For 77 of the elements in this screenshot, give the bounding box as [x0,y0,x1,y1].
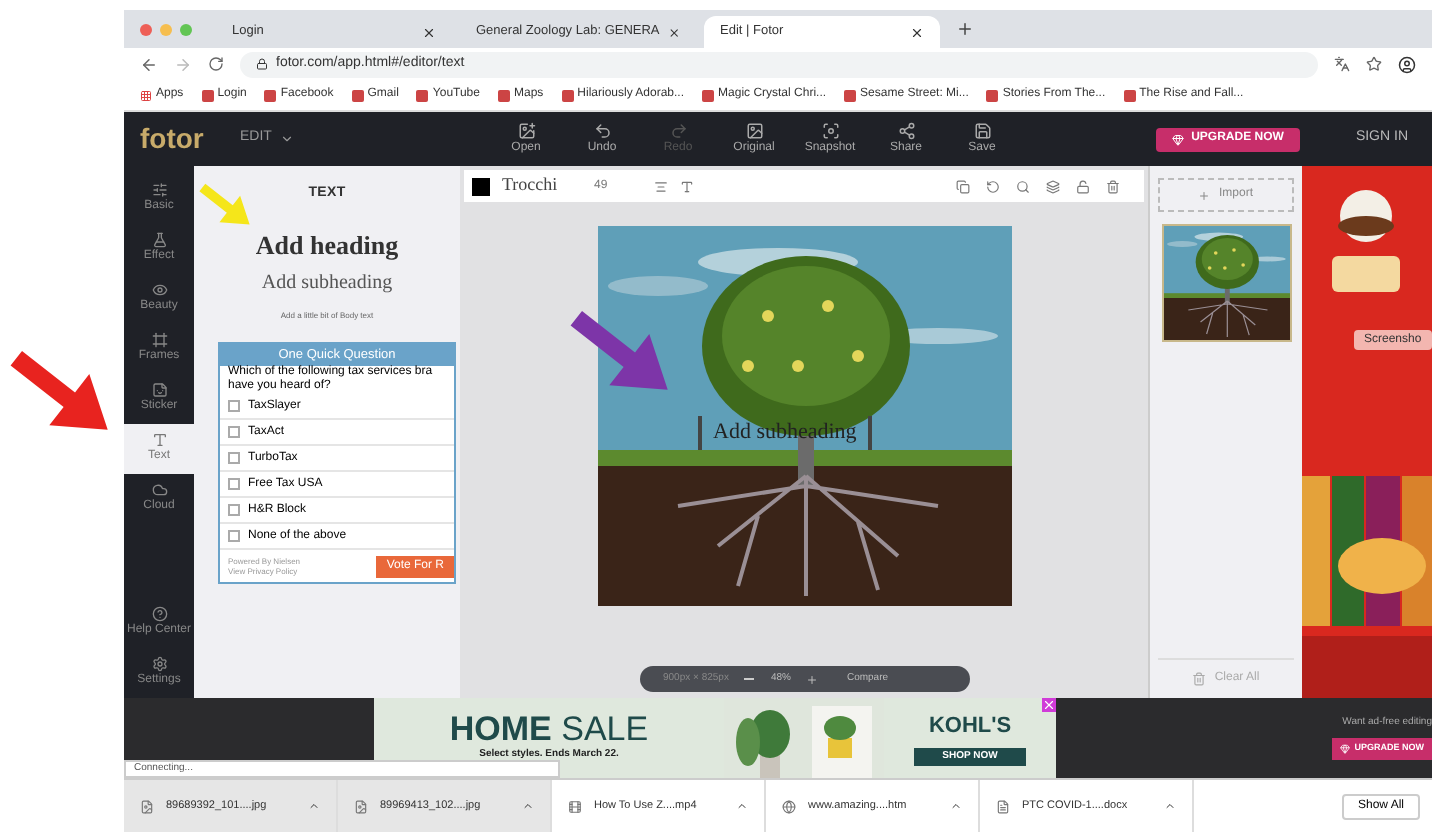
sidebar-icon [151,382,167,398]
subheading-preset[interactable]: Add subheading [261,268,393,298]
plus-icon [1198,189,1211,201]
tool-icon [745,121,763,139]
file-icon [354,799,368,813]
align-icon[interactable] [654,179,668,193]
tool-icon [973,121,991,139]
text-color-swatch[interactable] [472,177,490,195]
sidebar-icon [151,482,167,498]
chevron-up-icon[interactable] [736,800,748,812]
ad-brand-logo: KOHL'S [928,711,1012,742]
close-tab-icon[interactable] [422,25,436,39]
chevron-up-icon[interactable] [950,800,962,812]
text-box[interactable]: Add subheading [697,416,873,449]
favicon-icon [416,89,429,101]
chevron-up-icon[interactable] [522,800,534,812]
sidebar-icon [151,656,167,672]
rotate-icon[interactable] [986,179,1000,193]
tool-icon [821,121,839,139]
sidebar-icon [151,432,167,448]
favicon-icon [561,89,574,101]
file-icon [140,799,154,813]
poll-checkbox[interactable] [228,530,240,542]
poll-checkbox[interactable] [228,400,240,412]
close-tab-icon[interactable] [667,25,680,39]
chevron-up-icon[interactable] [308,800,320,812]
favicon-icon [986,89,999,101]
diamond-icon [1171,133,1184,145]
favicon-icon [264,89,277,101]
tool-icon [669,121,687,139]
favicon-icon [844,89,857,101]
reload-icon[interactable] [208,56,224,72]
tool-icon [897,121,915,139]
sidebar-icon [151,182,167,198]
heading-preset[interactable]: Add heading [255,225,399,264]
text-style-icon[interactable] [680,179,694,193]
sidebar-icon [151,282,167,298]
file-icon [996,799,1010,813]
font-dropdown[interactable]: Trocchi [502,172,582,200]
close-tab-icon[interactable] [910,25,924,39]
search-icon[interactable] [1016,179,1030,193]
sidebar-icon [151,232,167,248]
poll-checkbox[interactable] [228,426,240,438]
lock-icon [256,58,268,70]
delete-icon[interactable] [1106,179,1120,193]
favicon-icon [351,89,364,101]
poll-checkbox[interactable] [228,504,240,516]
translate-icon[interactable] [1334,56,1350,72]
zoom-in-icon[interactable] [806,673,819,685]
fotor-logo[interactable]: fotor [140,118,240,160]
favicon-icon [702,89,715,101]
duplicate-icon[interactable] [956,179,970,193]
poll-checkbox[interactable] [228,452,240,464]
profile-icon[interactable] [1398,55,1416,73]
tool-icon [517,121,535,139]
chevron-up-icon[interactable] [1164,800,1176,812]
bookmark-star-icon[interactable] [1366,56,1382,72]
tool-icon [593,121,611,139]
file-icon [782,799,796,813]
favicon-icon [497,89,510,101]
ad-headline: HOME SALE [449,712,649,749]
chevron-down-icon [279,132,294,146]
sidebar-icon [151,606,167,622]
layers-icon[interactable] [1046,179,1060,193]
lock-icon[interactable] [1076,179,1090,193]
diamond-icon [1340,743,1351,754]
apps-grid-icon [140,89,152,101]
favicon-icon [201,89,214,101]
trash-icon [1192,672,1207,686]
close-ad-icon[interactable] [1042,698,1056,712]
new-tab-icon[interactable] [956,20,974,38]
favicon-icon [1123,89,1136,101]
file-icon [568,799,582,813]
close-window-icon[interactable] [140,23,152,35]
back-icon[interactable] [140,55,158,73]
poll-checkbox[interactable] [228,478,240,490]
sidebar-icon [151,332,167,348]
